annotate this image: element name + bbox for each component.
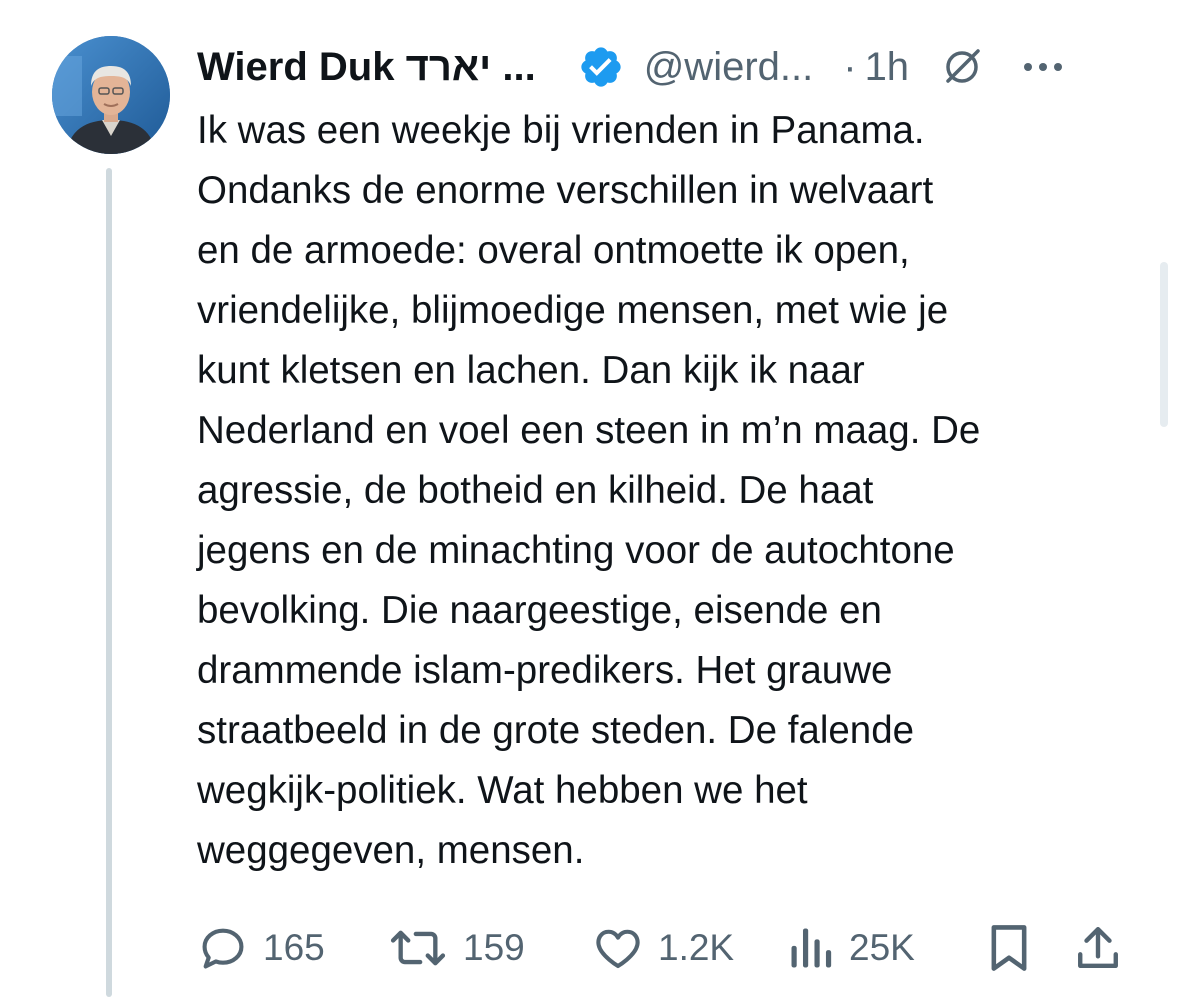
- reply-button[interactable]: 165: [197, 918, 325, 978]
- grok-icon[interactable]: [939, 44, 985, 90]
- bookmark-icon: [991, 925, 1027, 971]
- tweet-text-line: Ik was een weekje bij vrienden in Panama…: [197, 109, 925, 152]
- author-name[interactable]: Wierd Duk יארד ...: [197, 45, 536, 90]
- share-icon: [1078, 926, 1118, 968]
- tweet-text-line: straatbeeld in de grote steden. De falen…: [197, 709, 915, 752]
- like-button[interactable]: 1.2K: [592, 918, 734, 978]
- more-icon[interactable]: [1021, 59, 1065, 75]
- tweet-text-line: Ondanks de enorme verschillen in welvaar…: [197, 169, 934, 212]
- tweet-actions: 165 159 1.2K 25K: [197, 918, 1127, 978]
- repost-count: 159: [463, 927, 525, 968]
- avatar[interactable]: [52, 36, 170, 154]
- repost-icon: [390, 930, 446, 966]
- tweet-text: Ik was een weekje bij vrienden in Panama…: [197, 101, 1147, 881]
- scrollbar[interactable]: [1160, 262, 1168, 427]
- share-button[interactable]: [1075, 918, 1121, 978]
- tweet-text-line: Nederland en voel een steen in m’n maag.…: [197, 409, 981, 452]
- like-count: 1.2K: [658, 927, 735, 968]
- reply-count: 165: [263, 927, 325, 968]
- tweet-text-line: wegkijk-politiek. Wat hebben we het: [197, 769, 808, 812]
- repost-button[interactable]: 159: [387, 918, 525, 978]
- avatar-photo: [52, 36, 170, 154]
- tweet-text-line: bevolking. Die naargeestige, eisende en: [197, 589, 882, 632]
- views-icon: [791, 928, 832, 968]
- tweet-text-line: jegens en de minachting voor de autochto…: [197, 529, 955, 572]
- thread-line: [106, 168, 112, 997]
- tweet-text-line: en de armoede: overal ontmoette ik open,: [197, 229, 910, 272]
- tweet-text-line: kunt kletsen en lachen. Dan kijk ik naar: [197, 349, 865, 392]
- reply-icon: [202, 928, 244, 969]
- verified-badge-icon: [581, 47, 621, 87]
- views-count: 25K: [849, 927, 915, 968]
- tweet-text-line: drammende islam-predikers. Het grauwe: [197, 649, 893, 692]
- like-icon: [596, 929, 640, 969]
- timestamp[interactable]: 1h: [865, 45, 910, 90]
- author-handle[interactable]: @wierd...: [644, 45, 814, 90]
- tweet-text-line: weggegeven, mensen.: [197, 829, 585, 872]
- tweet-header: Wierd Duk יארד ... @wierd... · 1h: [197, 38, 1137, 96]
- tweet-text-line: vriendelijke, blijmoedige mensen, met wi…: [197, 289, 949, 332]
- bookmark-button[interactable]: [987, 918, 1031, 978]
- views-button[interactable]: 25K: [787, 918, 915, 978]
- tweet-text-line: agressie, de botheid en kilheid. De haat: [197, 469, 874, 512]
- separator-dot: ·: [843, 44, 857, 89]
